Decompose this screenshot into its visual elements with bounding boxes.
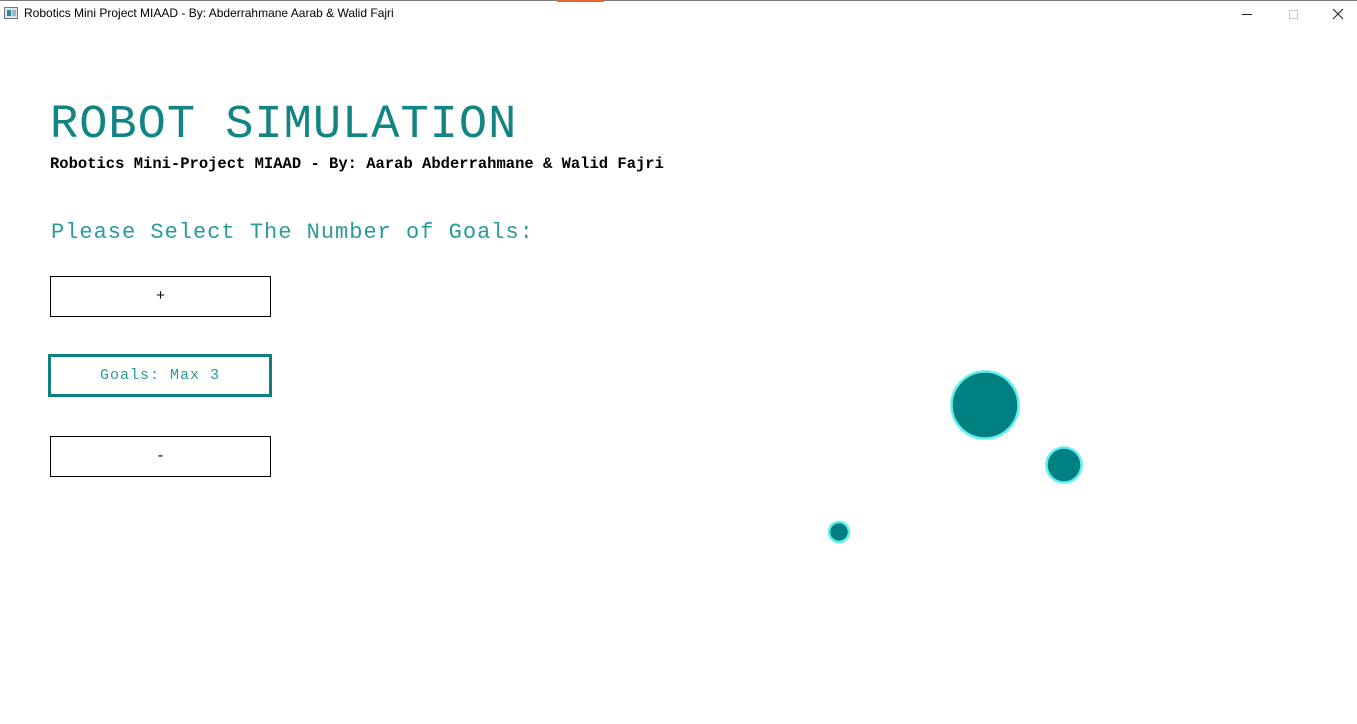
decrement-goals-label: - [155,448,165,465]
goal-marker-large [950,370,1020,440]
close-button[interactable] [1315,1,1357,27]
increment-goals-button[interactable]: + [50,276,271,317]
page-title: ROBOT SIMULATION [50,99,518,152]
maximize-button[interactable] [1270,1,1316,27]
increment-goals-label: + [155,288,165,305]
goals-count-label: Goals: Max 3 [99,367,221,384]
maximize-icon [1288,9,1298,19]
goals-count-display: Goals: Max 3 [48,354,272,397]
minimize-icon [1242,13,1252,15]
title-bar-accent [557,0,604,2]
title-bar[interactable]: Robotics Mini Project MIAAD - By: Abderr… [0,0,1357,26]
minimize-button[interactable] [1224,1,1270,27]
app-window-icon[interactable] [4,7,18,19]
close-icon [1332,8,1344,20]
goals-prompt: Please Select The Number of Goals: [51,220,534,245]
page-subtitle: Robotics Mini-Project MIAAD - By: Aarab … [50,155,664,173]
decrement-goals-button[interactable]: - [50,436,271,477]
goal-marker-medium [1045,446,1083,484]
goal-marker-small [827,520,851,544]
app-window: Robotics Mini Project MIAAD - By: Abderr… [0,0,1357,724]
window-title: Robotics Mini Project MIAAD - By: Abderr… [24,6,394,20]
